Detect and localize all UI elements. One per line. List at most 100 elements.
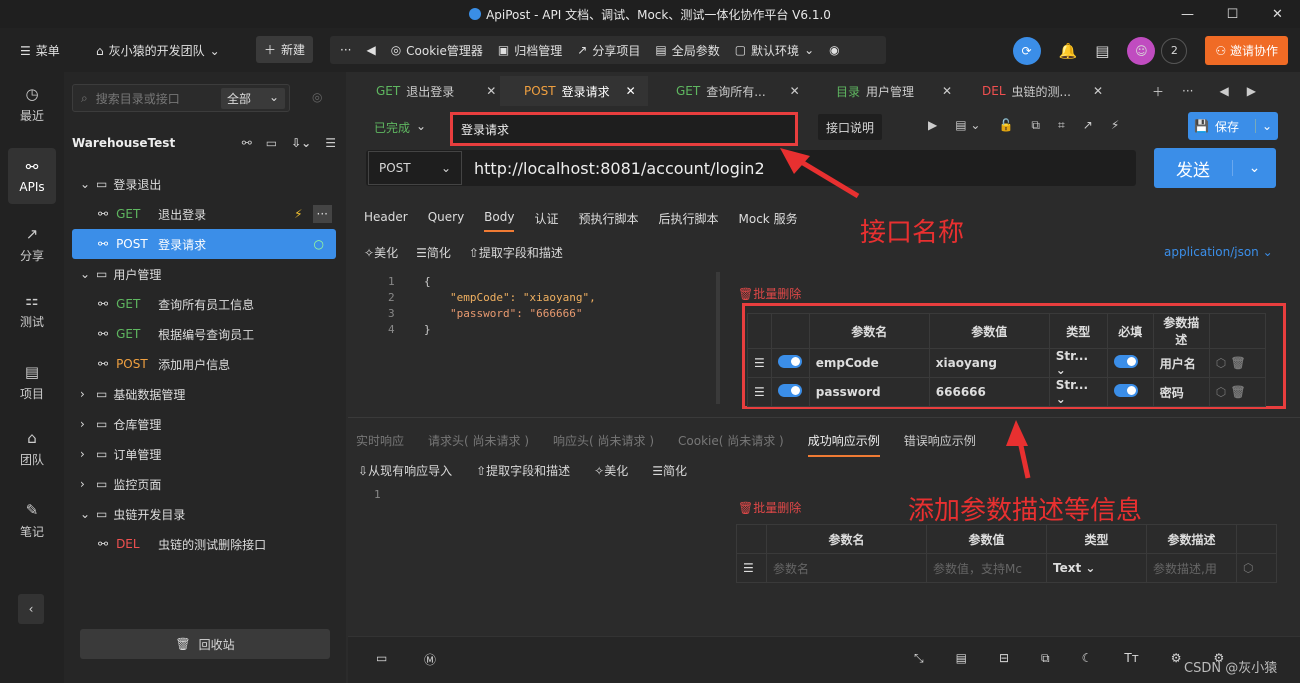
collapse-nav-icon[interactable]: ‹ <box>18 594 44 624</box>
close-icon[interactable]: ✕ <box>486 84 496 98</box>
more-icon[interactable]: ··· <box>1182 84 1193 98</box>
prev-tab-icon[interactable]: ◀ <box>1219 84 1228 98</box>
enable-toggle[interactable] <box>777 355 802 368</box>
simplify-button[interactable]: ☰简化 <box>416 244 451 261</box>
notes-icon[interactable]: ▤ <box>1095 42 1109 60</box>
maximize-icon[interactable]: ☐ <box>1210 0 1255 28</box>
response-editor[interactable]: 1 <box>374 488 381 501</box>
tab-user-mgmt[interactable]: 目录 用户管理 ✕ <box>836 78 952 104</box>
batch-delete-button[interactable]: 🗑批量删除 <box>738 285 801 302</box>
tab-body[interactable]: Body <box>484 210 515 232</box>
settings-icon[interactable]: ⚙ <box>1171 651 1182 666</box>
tree-api-item[interactable]: ⚯ POST 登录请求 ○ <box>72 229 336 259</box>
extract-button[interactable]: ⇧提取字段和描述 <box>476 462 570 479</box>
required-toggle[interactable] <box>1113 384 1138 397</box>
chevron-icon[interactable]: › <box>80 477 94 491</box>
tab-success-example[interactable]: 成功响应示例 <box>807 432 880 457</box>
chevron-icon[interactable]: ⌄ <box>80 177 94 191</box>
collapse-left-icon[interactable]: ◀ <box>366 43 375 57</box>
extract-button[interactable]: ⇧提取字段和描述 <box>469 244 563 261</box>
api-name-input[interactable]: 登录请求 <box>450 112 798 146</box>
layout-icon[interactable]: ▭ <box>376 651 387 665</box>
tab-header[interactable]: Header <box>364 210 408 232</box>
tab-auth[interactable]: 认证 <box>534 210 558 232</box>
code-editor[interactable]: 1{ 2 "empCode": "xiaoyang", 3 "password": … <box>388 274 596 338</box>
nav-share[interactable]: ↗ 分享 <box>8 216 56 272</box>
close-icon[interactable]: ✕ <box>942 84 952 98</box>
close-icon[interactable]: ✕ <box>626 84 636 98</box>
status-select[interactable]: 已完成 ⌄ <box>374 119 426 136</box>
chevron-down-icon[interactable]: ⌄ <box>1232 160 1276 176</box>
type-select[interactable]: Text ⌄ <box>1046 553 1147 583</box>
console-icon[interactable]: ▤ <box>956 651 967 666</box>
tab-delete[interactable]: DEL 虫链的测... ✕ <box>982 78 1103 104</box>
sync-icon[interactable]: ⟳ <box>1012 36 1041 65</box>
chevron-icon[interactable]: › <box>80 387 94 401</box>
global-params-button[interactable]: ▤ 全局参数 <box>655 42 719 59</box>
content-type-select[interactable]: application/json ⌄ <box>1164 245 1273 259</box>
search-input[interactable]: 搜索目录或接口 <box>96 90 180 107</box>
tab-login[interactable]: POST 登录请求 ✕ <box>524 78 636 104</box>
tree-folder[interactable]: › ▭ 基础数据管理 <box>72 379 336 409</box>
import-icon[interactable]: ⇩⌄ <box>291 136 311 150</box>
tab-live-response[interactable]: 实时响应 <box>356 432 404 457</box>
tree-api-item[interactable]: ⚯ POST 添加用户信息 <box>72 349 336 379</box>
tab-query-all[interactable]: GET 查询所有... ✕ <box>676 78 800 104</box>
invite-button[interactable]: ⚇ 邀请协作 <box>1205 36 1288 65</box>
share-button[interactable]: ↗ 分享项目 <box>577 42 640 59</box>
tree-api-item[interactable]: ⚯ GET 根据编号查询员工 <box>72 319 336 349</box>
filter-select[interactable]: 全部 ⌄ <box>221 87 285 109</box>
tree-folder[interactable]: › ▭ 仓库管理 <box>72 409 336 439</box>
send-button[interactable]: 发送 ⌄ <box>1154 148 1276 188</box>
archive-button[interactable]: ▣ 归档管理 <box>498 42 562 59</box>
font-icon[interactable]: Tт <box>1124 651 1138 666</box>
markdown-icon[interactable]: Ⓜ <box>424 651 436 668</box>
new-button[interactable]: ＋新建 <box>256 36 314 63</box>
minimize-icon[interactable]: — <box>1165 0 1210 28</box>
more-icon[interactable]: ··· <box>340 43 351 57</box>
add-tab-icon[interactable]: ＋ <box>1152 83 1164 100</box>
copy-icon[interactable]: ⧉ <box>1031 118 1040 133</box>
tab-req-headers[interactable]: 请求头( 尚未请求 ) <box>428 432 529 457</box>
close-icon[interactable]: ✕ <box>1093 84 1103 98</box>
cube-icon[interactable]: ⬡ <box>1236 553 1277 583</box>
simplify-button[interactable]: ☰简化 <box>652 462 687 479</box>
code-icon[interactable]: ⌗ <box>1058 118 1065 133</box>
close-window-icon[interactable]: ✕ <box>1255 0 1300 28</box>
tree-folder[interactable]: ⌄ ▭ 登录退出 <box>72 169 336 199</box>
add-api-icon[interactable]: ⚯ <box>242 136 252 150</box>
tree-folder[interactable]: › ▭ 监控页面 <box>72 469 336 499</box>
beautify-button[interactable]: ✧美化 <box>364 244 398 261</box>
tab-cookie[interactable]: Cookie( 尚未请求 ) <box>678 432 784 457</box>
theme-icon[interactable]: ☾ <box>1082 651 1093 666</box>
type-select[interactable]: Str... ⌄ <box>1048 377 1108 407</box>
avatar[interactable]: ☺ <box>1127 36 1156 65</box>
drag-handle-icon[interactable]: ☰ <box>747 348 772 378</box>
sort-icon[interactable]: ☰ <box>325 136 336 150</box>
menu-button[interactable]: ☰ 菜单 <box>20 42 60 59</box>
compress-icon[interactable]: ⤡ <box>914 651 924 666</box>
cube-icon[interactable]: ⬡ <box>1216 356 1226 370</box>
tree-api-item[interactable]: ⚯ GET 退出登录 ⚡ ··· <box>72 199 336 229</box>
import-response-button[interactable]: ⇩从现有响应导入 <box>358 462 452 479</box>
tab-logout[interactable]: GET 退出登录 ✕ <box>376 78 496 104</box>
beautify-button[interactable]: ✧美化 <box>594 462 628 479</box>
share-icon[interactable]: ↗ <box>1083 118 1093 133</box>
tree-folder[interactable]: ⌄ ▭ 虫链开发目录 <box>72 499 336 529</box>
chevron-icon[interactable]: › <box>80 447 94 461</box>
team-selector[interactable]: ⌂ 灰小猿的开发团队 ⌄ <box>96 42 220 59</box>
enable-toggle[interactable] <box>777 384 802 397</box>
drag-handle-icon[interactable]: ☰ <box>736 553 767 583</box>
trash-icon[interactable]: 🗑 <box>1230 385 1245 399</box>
api-doc-button[interactable]: 接口说明 <box>818 114 882 140</box>
nav-test[interactable]: ⚏ 测试 <box>8 282 56 338</box>
drag-handle-icon[interactable]: ☰ <box>747 377 772 407</box>
tree-api-item[interactable]: ⚯ GET 查询所有员工信息 <box>72 289 336 319</box>
trash-icon[interactable]: 🗑 <box>1230 356 1245 370</box>
more-icon[interactable]: ··· <box>312 205 332 223</box>
method-select[interactable]: POST ⌄ <box>368 151 462 185</box>
eye-icon[interactable]: ◉ <box>829 43 839 57</box>
split-icon[interactable]: ⊟ <box>999 651 1009 666</box>
nav-notes[interactable]: ✎ 笔记 <box>8 492 56 548</box>
nav-apis[interactable]: ⚯ APIs <box>8 148 56 204</box>
